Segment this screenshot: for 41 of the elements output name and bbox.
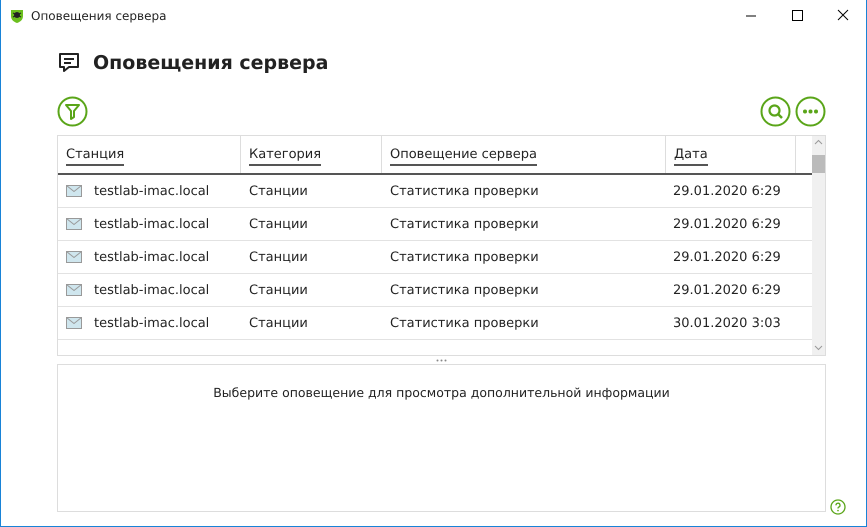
table-cell-text: 30.01.2020 3:03 xyxy=(672,314,782,332)
table-cell-text: Станции xyxy=(248,248,309,266)
table-cell-text: 29.01.2020 6:29 xyxy=(672,248,782,266)
column-header[interactable]: Оповещение сервера xyxy=(382,136,666,173)
table-cell-text: Статистика проверки xyxy=(389,182,540,200)
filter-icon[interactable] xyxy=(57,96,88,127)
table-cell-text: Станции xyxy=(248,282,309,300)
table-cell-text: 29.01.2020 6:29 xyxy=(672,282,782,300)
table-cell-text: Статистика проверки xyxy=(389,282,540,300)
app-logo-icon xyxy=(9,8,25,24)
table-cell: testlab-imac.local xyxy=(94,184,210,198)
window-title: Оповещения сервера xyxy=(31,9,168,23)
envelope-icon xyxy=(66,284,82,296)
table-cell-text: Станции xyxy=(248,314,309,332)
envelope-icon xyxy=(66,185,82,197)
envelope-icon xyxy=(66,218,82,230)
table-cell-text: Статистика проверки xyxy=(389,314,540,332)
table-cell-text: Статистика проверки xyxy=(389,216,540,234)
page-title: Оповещения сервера xyxy=(93,52,328,74)
table-cell-text: 29.01.2020 6:29 xyxy=(672,182,782,200)
envelope-icon xyxy=(66,251,82,263)
table-cell-text: 29.01.2020 6:29 xyxy=(672,216,782,234)
search-icon[interactable] xyxy=(760,96,791,127)
help-icon[interactable] xyxy=(830,499,846,515)
table-cell: testlab-imac.local xyxy=(94,282,210,298)
more-icon[interactable] xyxy=(795,96,826,127)
table-cell: testlab-imac.local xyxy=(94,250,210,264)
message-icon xyxy=(57,51,81,75)
scroll-thumb[interactable] xyxy=(812,155,825,173)
scrollbar[interactable] xyxy=(812,136,825,355)
splitter-handle-icon[interactable] xyxy=(436,358,447,362)
column-header[interactable]: Дата xyxy=(666,136,796,173)
table-cell-text: Статистика проверки xyxy=(389,248,540,266)
column-header[interactable]: Категория xyxy=(241,136,382,173)
table-cell: testlab-imac.local xyxy=(94,216,210,232)
details-message: Выберите оповещение для просмотра дополнительной информации xyxy=(213,385,670,400)
column-header[interactable]: Станция xyxy=(58,136,241,173)
envelope-icon xyxy=(66,317,82,329)
table-cell-text: Станции xyxy=(248,216,309,234)
table-cell-text: Станции xyxy=(248,182,309,200)
table-cell: testlab-imac.local xyxy=(94,316,210,330)
